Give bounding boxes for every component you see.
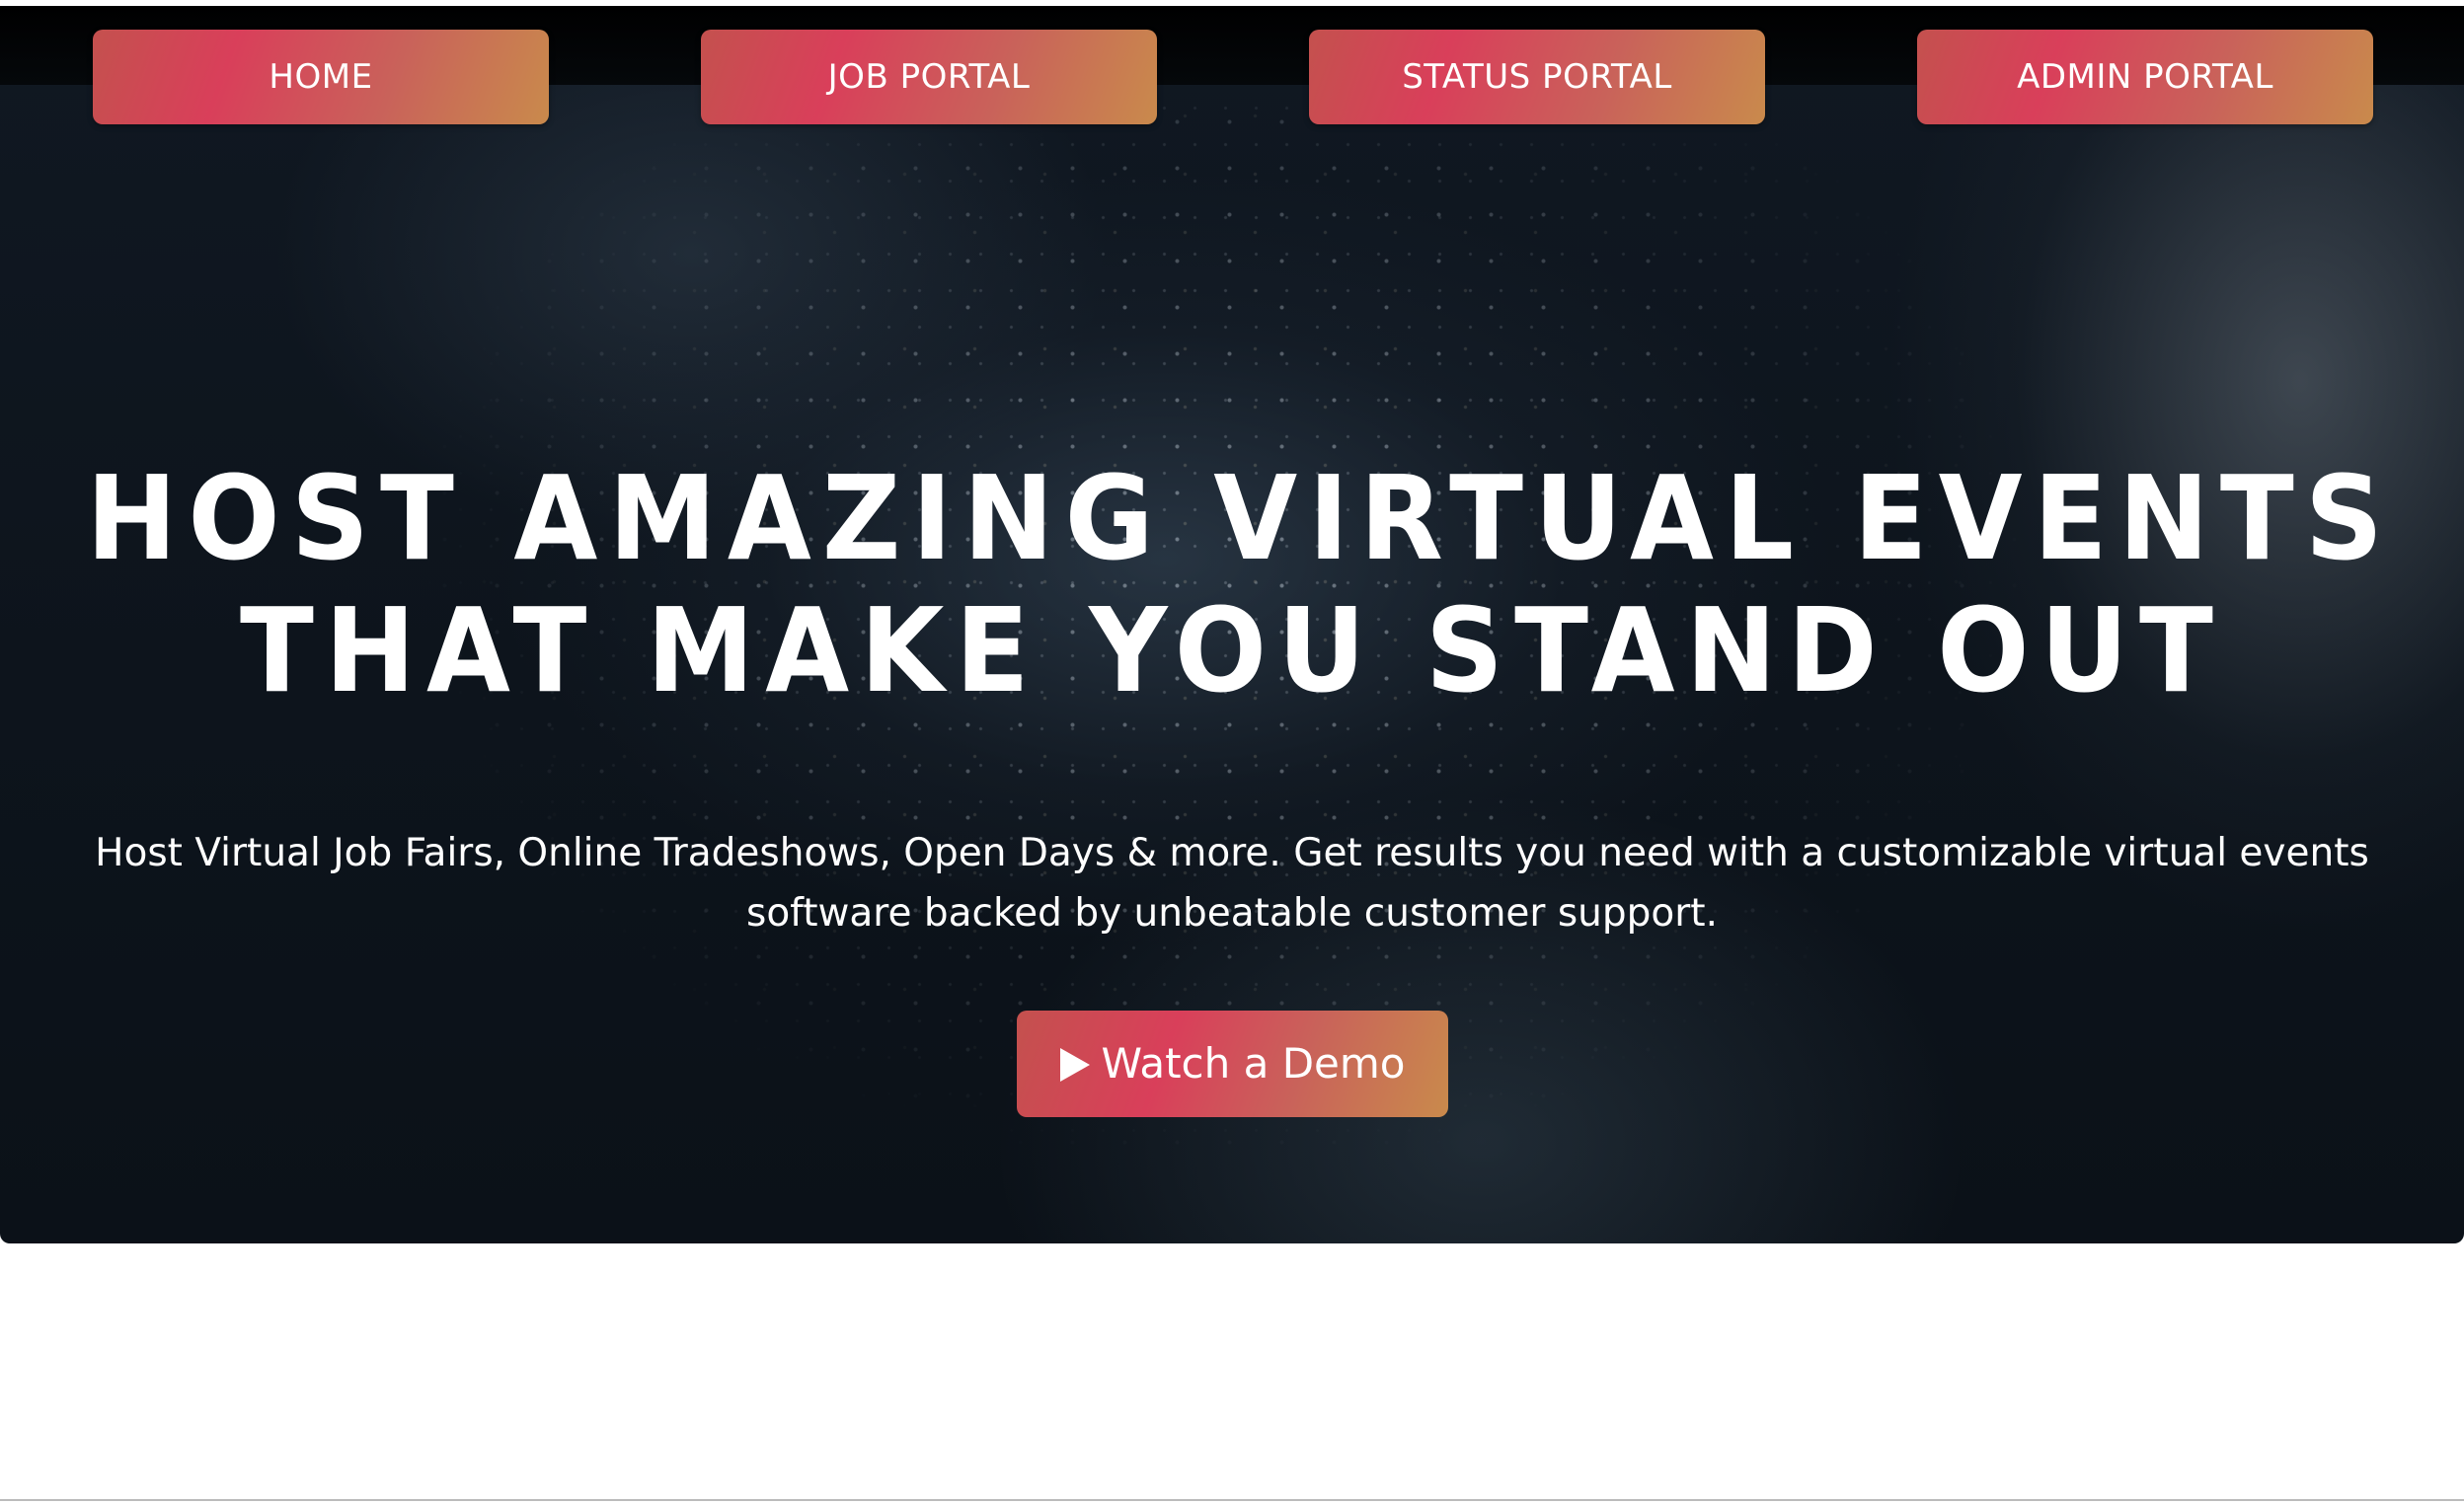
hero-headline: HOST AMAZING VIRTUAL EVENTS THAT MAKE YO… xyxy=(86,450,2395,718)
hero-headline-line-2: THAT MAKE YOU STAND OUT xyxy=(239,582,2225,718)
nav-home-button[interactable]: HOME xyxy=(93,30,549,124)
nav-admin-portal-button[interactable]: ADMIN PORTAL xyxy=(1917,30,2373,124)
play-icon xyxy=(1059,1048,1090,1082)
hero-section: HOME JOB PORTAL STATUS PORTAL ADMIN PORT… xyxy=(0,6,2464,1243)
page: HOME JOB PORTAL STATUS PORTAL ADMIN PORT… xyxy=(0,0,2464,1504)
page-divider xyxy=(0,1499,2464,1501)
watch-demo-button[interactable]: Watch a Demo xyxy=(1017,1011,1448,1117)
watch-demo-label: Watch a Demo xyxy=(1101,1039,1406,1088)
nav-status-portal-button[interactable]: STATUS PORTAL xyxy=(1309,30,1765,124)
hero-subtitle: Host Virtual Job Fairs, Online Tradeshow… xyxy=(95,831,2369,936)
nav-job-portal-button[interactable]: JOB PORTAL xyxy=(701,30,1157,124)
hero-headline-line-1: HOST AMAZING VIRTUAL EVENTS xyxy=(86,450,2395,586)
